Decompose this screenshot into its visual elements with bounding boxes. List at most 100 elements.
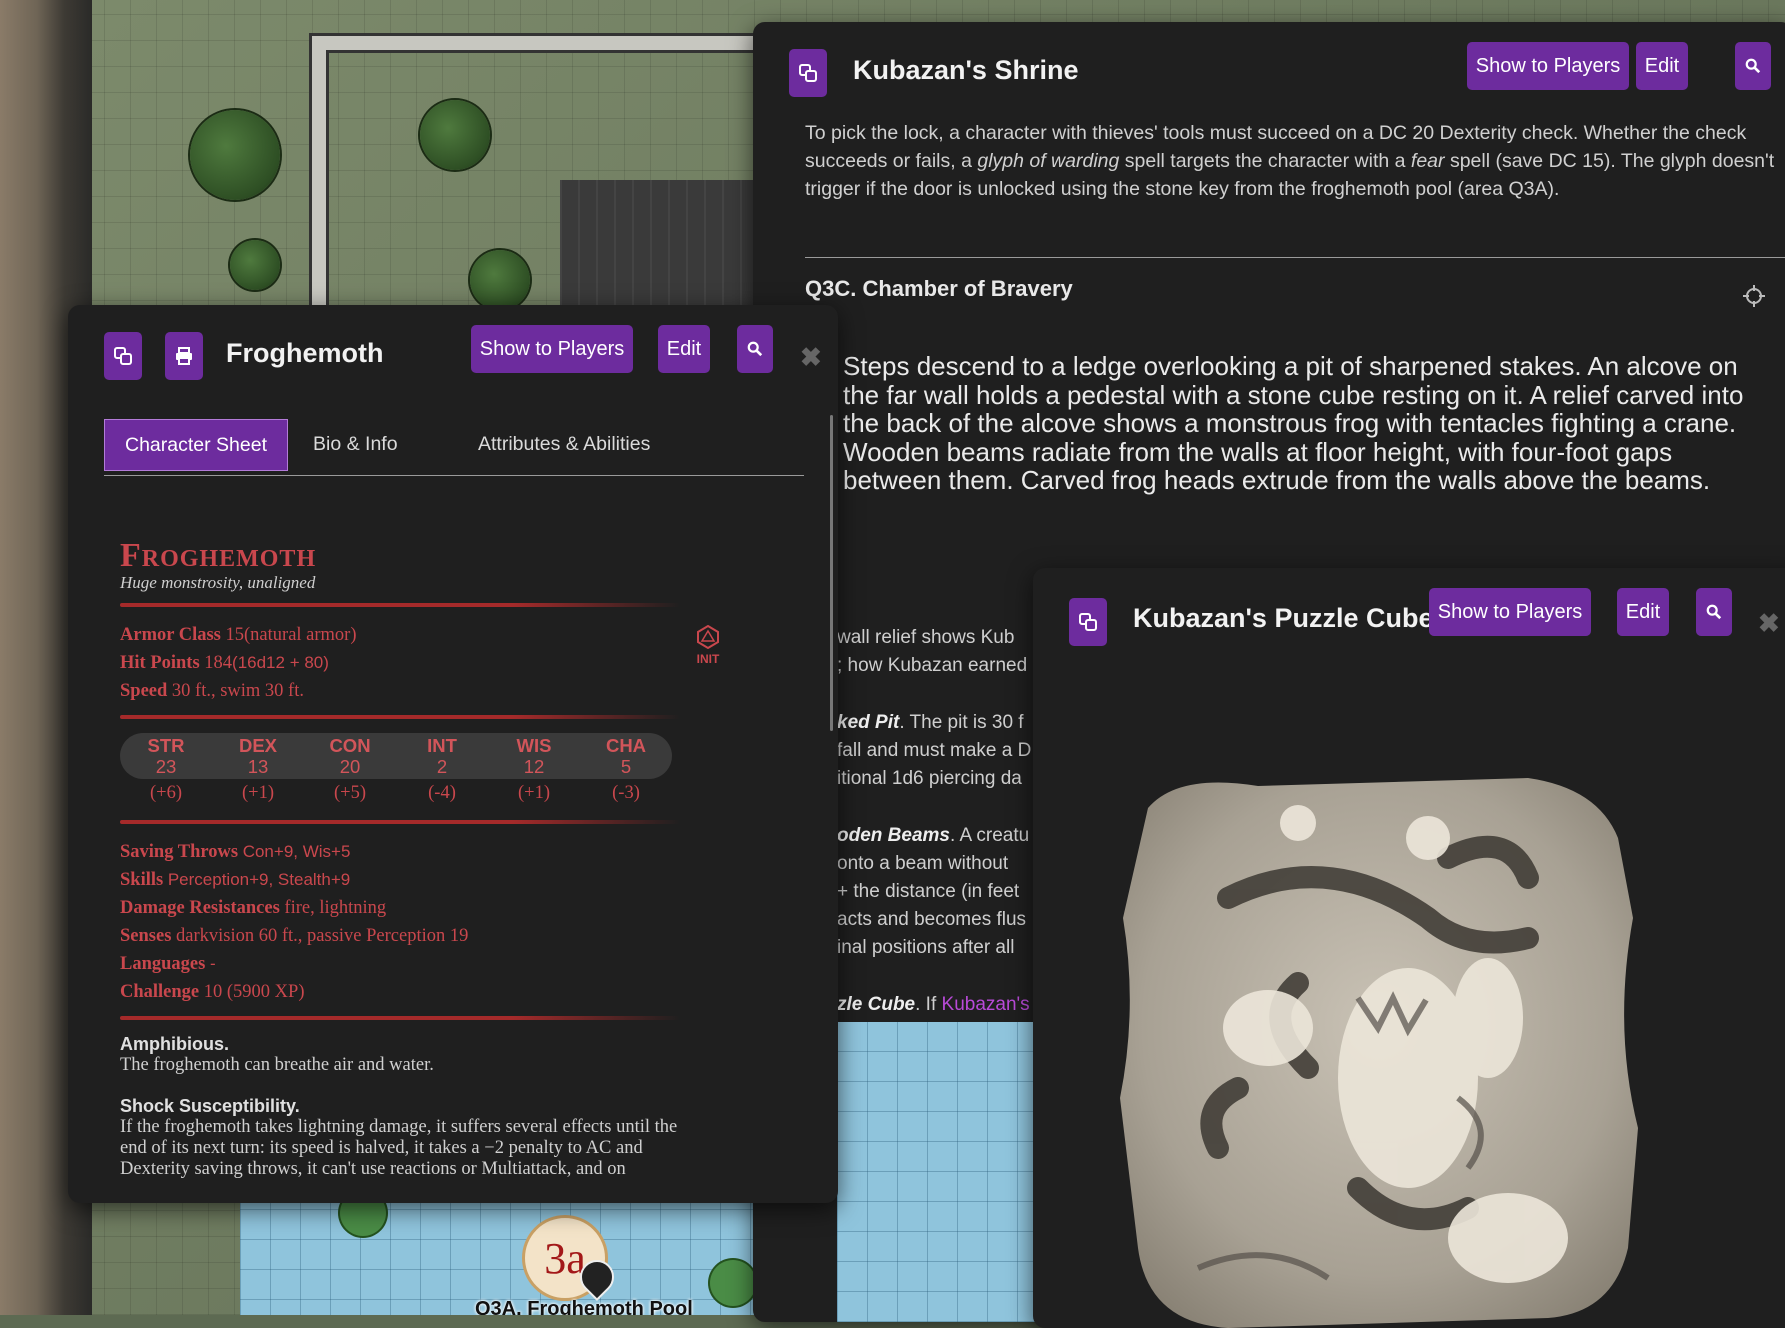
ability-modifier[interactable]: (+1) <box>212 783 304 804</box>
prop-label: Skills <box>120 870 164 890</box>
monster-name: Froghemoth <box>120 537 317 574</box>
text-run: ; how Kubazan earned <box>837 655 1028 676</box>
partial-text-line: onto a beam without <box>837 853 1008 875</box>
divider <box>120 603 680 607</box>
show-to-players-button[interactable]: Show to Players <box>471 325 633 373</box>
ability-pill[interactable]: WIS 12 <box>488 733 580 779</box>
text-run: onto a beam without <box>837 853 1009 874</box>
embedded-map-image <box>837 1022 1037 1322</box>
monster-type: Huge monstrosity, unaligned <box>120 573 316 592</box>
ability-score: 2 <box>436 756 448 777</box>
tab-character-sheet[interactable]: Character Sheet <box>104 419 288 471</box>
ability-str[interactable]: STR 23 (+6) <box>120 733 212 804</box>
close-icon[interactable]: ✖ <box>1758 608 1780 639</box>
challenge: Challenge 10 (5900 XP) <box>120 978 680 1006</box>
show-to-players-button[interactable]: Show to Players <box>1429 588 1591 636</box>
partial-text-line: oden Beams. A creatu <box>837 825 1029 847</box>
popout-icon <box>799 64 817 82</box>
ability-name: INT <box>427 735 457 756</box>
prop-value: 15 <box>225 625 245 645</box>
text-run: . If <box>915 994 942 1015</box>
ability-modifier[interactable]: (-3) <box>580 783 672 804</box>
puzzle-cube-panel: Kubazan's Puzzle Cube Show to Players Ed… <box>1033 568 1785 1328</box>
search-icon <box>1745 58 1761 74</box>
edit-button[interactable]: Edit <box>1636 42 1688 90</box>
edit-button[interactable]: Edit <box>1617 588 1669 636</box>
edit-button[interactable]: Edit <box>658 325 710 373</box>
prop-value: - <box>209 954 216 973</box>
ability-name: WIS <box>516 735 552 756</box>
prop-value: 184 <box>204 653 233 673</box>
map-location-label: Q3A. Froghemoth Pool <box>475 1298 693 1315</box>
lily-pad <box>710 1260 756 1306</box>
entity-link[interactable]: Kubazan's <box>942 994 1030 1015</box>
prop-value: darkvision 60 ft., passive Perception 19 <box>176 926 469 946</box>
ability-cha[interactable]: CHA 5 (-3) <box>580 733 672 804</box>
search-button[interactable] <box>1696 588 1732 636</box>
ability-con[interactable]: CON 20 (+5) <box>304 733 396 804</box>
prop-value: 10 (5900 XP) <box>203 982 305 1002</box>
initiative-roll[interactable]: INIT <box>688 624 728 666</box>
divider <box>120 820 680 824</box>
saving-throws: Saving Throws Con+9, Wis+5 <box>120 838 680 866</box>
prop-label: Speed <box>120 681 168 701</box>
tab-bio-info[interactable]: Bio & Info <box>313 419 398 469</box>
search-icon <box>747 341 763 357</box>
term: oden Beams <box>837 825 950 846</box>
partial-text-line: ; how Kubazan earned <box>837 655 1027 677</box>
popout-icon <box>1079 613 1097 631</box>
ability-dex[interactable]: DEX 13 (+1) <box>212 733 304 804</box>
ability-modifier[interactable]: (+6) <box>120 783 212 804</box>
ability-wis[interactable]: WIS 12 (+1) <box>488 733 580 804</box>
prop-label: Senses <box>120 926 172 946</box>
popout-icon <box>114 347 132 365</box>
popout-button[interactable] <box>1069 598 1107 646</box>
partial-text-line: wall relief shows Kub <box>837 627 1014 649</box>
ability-pill[interactable]: CHA 5 <box>580 733 672 779</box>
languages: Languages - <box>120 950 680 978</box>
ability-pill[interactable]: INT 2 <box>396 733 488 779</box>
popout-button[interactable] <box>789 49 827 97</box>
panel-title: Kubazan's Shrine <box>853 55 1079 85</box>
ability-int[interactable]: INT 2 (-4) <box>396 733 488 804</box>
ability-modifier[interactable]: (+1) <box>488 783 580 804</box>
read-aloud-text: Steps descend to a ledge overlooking a p… <box>843 351 1744 495</box>
text-run: spell targets the character with a <box>1119 150 1411 172</box>
ability-pill[interactable]: DEX 13 <box>212 733 304 779</box>
ability-pill[interactable]: STR 23 <box>120 733 212 779</box>
text-run: + the distance (in feet <box>837 881 1020 902</box>
prop-label: Hit Points <box>120 653 200 673</box>
ability-modifier[interactable]: (-4) <box>396 783 488 804</box>
ability-modifier[interactable]: (+5) <box>304 783 396 804</box>
prop-value: 30 ft., swim 30 ft. <box>171 681 304 701</box>
scrollbar[interactable] <box>830 415 833 731</box>
prop-value[interactable]: Perception+9, Stealth+9 <box>168 870 350 889</box>
text-run: wall relief shows Kub <box>837 627 1015 648</box>
tab-attributes-abilities[interactable]: Attributes & Abilities <box>478 419 650 469</box>
shrine-paragraph: To pick the lock, a character with thiev… <box>805 119 1785 203</box>
divider <box>120 1016 680 1020</box>
close-icon[interactable]: ✖ <box>800 342 822 373</box>
show-to-players-button[interactable]: Show to Players <box>1467 42 1629 90</box>
prop-value[interactable]: Con+9, Wis+5 <box>243 842 351 861</box>
trait-text: The froghemoth can breathe air and water… <box>120 1055 434 1075</box>
popout-button[interactable] <box>104 332 142 380</box>
ability-score: 5 <box>620 756 632 777</box>
trait-name: Shock Susceptibility. <box>120 1096 300 1116</box>
target-icon[interactable] <box>1743 285 1765 307</box>
text-run: acts and becomes flus <box>837 909 1027 930</box>
trait-name: Amphibious. <box>120 1034 229 1054</box>
search-button[interactable] <box>1735 42 1771 90</box>
print-button[interactable] <box>165 332 203 380</box>
ability-scores: STR 23 (+6) DEX 13 (+1) CON 20 (+5) INT 2 (-4) WIS 12… <box>120 733 680 804</box>
froghemoth-panel: Froghemoth Show to Players Edit ✖ Charac… <box>68 305 838 1203</box>
trait-text: If the froghemoth takes lightning damage… <box>120 1117 678 1179</box>
ability-pill[interactable]: CON 20 <box>304 733 396 779</box>
search-button[interactable] <box>737 325 773 373</box>
hit-dice-roll[interactable]: (16d12 + 80) <box>232 653 329 672</box>
prop-label: Saving Throws <box>120 842 239 862</box>
text-run: . The pit is 30 f <box>899 712 1024 733</box>
stat-block: Froghemoth Huge monstrosity, unaligned A… <box>120 537 680 1200</box>
map-tree <box>420 100 490 170</box>
skills: Skills Perception+9, Stealth+9 <box>120 866 680 894</box>
